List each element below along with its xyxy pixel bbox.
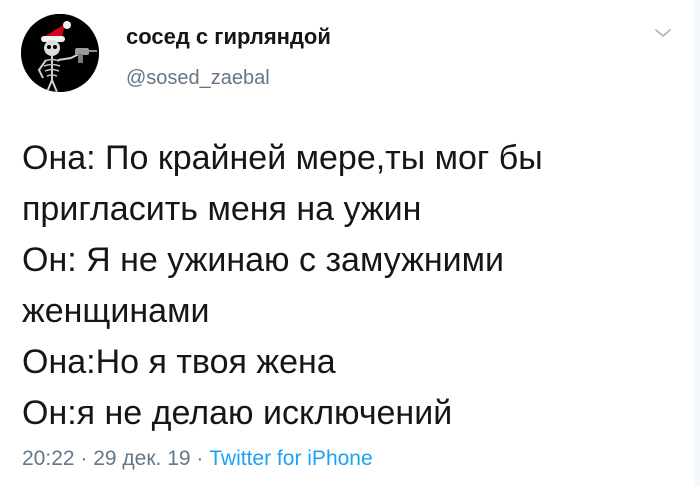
avatar[interactable] <box>21 14 99 92</box>
chevron-down-icon[interactable] <box>652 24 674 42</box>
tweet-source-link[interactable]: Twitter for iPhone <box>209 447 372 470</box>
author-handle[interactable]: @sosed_zaebal <box>126 66 270 90</box>
tweet-time[interactable]: 20:22 <box>22 447 75 470</box>
meta-separator: · <box>190 447 210 470</box>
tweet-date[interactable]: 29 дек. 19 <box>93 447 190 470</box>
meta-separator: · <box>74 447 94 470</box>
tweet-text-line: Она:Но я твоя жена <box>22 343 336 381</box>
right-edge-divider <box>694 0 700 486</box>
tweet-text-line: Он:я не делаю исключений <box>22 394 453 432</box>
tweet-text-line: пригласить меня на ужин <box>22 190 422 228</box>
tweet-text: Она: По крайней мере,ты мог бы пригласит… <box>22 133 682 439</box>
tweet-text-line: Он: Я не ужинаю с замужними <box>22 241 504 279</box>
tweet-text-line: женщинами <box>22 292 210 330</box>
skeleton-avatar-icon <box>21 14 99 92</box>
tweet: сосед с гирляндой @sosed_zaebal Она: По … <box>0 0 700 486</box>
author-display-name[interactable]: сосед с гирляндой <box>126 24 331 50</box>
tweet-meta: 20:22 · 29 дек. 19 · Twitter for iPhone <box>22 446 373 472</box>
tweet-text-line: Она: По крайней мере,ты мог бы <box>22 139 543 177</box>
